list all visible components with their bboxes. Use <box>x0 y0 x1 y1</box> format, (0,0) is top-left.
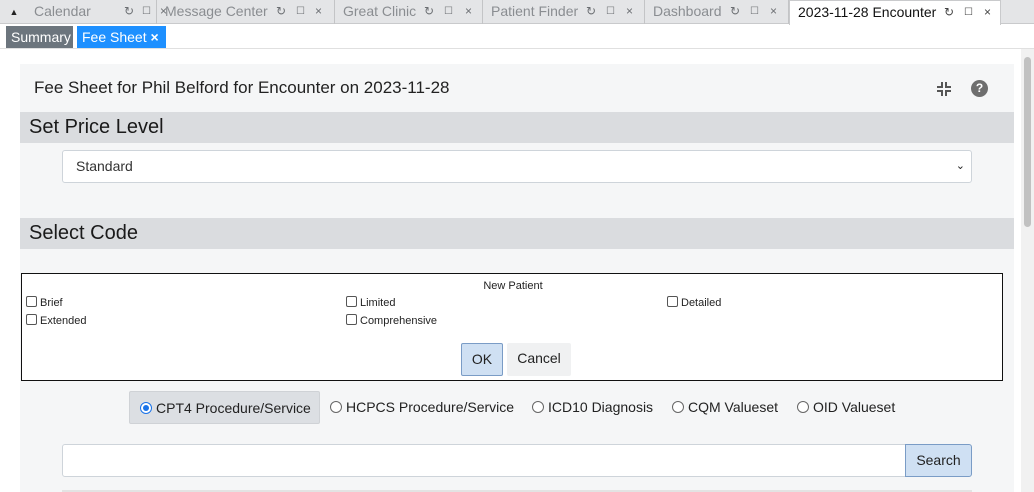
close-icon[interactable]: × <box>315 0 322 23</box>
tab-label: 2023-11-28 Encounter <box>798 4 937 20</box>
lock-icon[interactable]: ☐ <box>606 0 615 23</box>
checkbox-label: Brief <box>40 297 63 309</box>
refresh-icon[interactable]: ↻ <box>276 0 286 23</box>
close-icon[interactable]: × <box>465 0 472 23</box>
lock-icon[interactable]: ☐ <box>444 0 453 23</box>
tab-encounter[interactable]: 2023-11-28 Encounter ↻ ☐ × <box>789 0 1001 25</box>
checkbox[interactable] <box>346 296 357 307</box>
refresh-icon[interactable]: ↻ <box>730 0 740 23</box>
radio-label: OID Valueset <box>813 399 896 415</box>
checkbox-comprehensive[interactable]: Comprehensive <box>346 314 437 327</box>
lock-icon[interactable]: ☐ <box>296 0 305 23</box>
radio-label: ICD10 Diagnosis <box>548 399 654 415</box>
lock-icon[interactable]: ☐ <box>750 0 759 23</box>
radio-hcpcs[interactable]: HCPCS Procedure/Service <box>330 391 514 424</box>
checkbox[interactable] <box>26 296 37 307</box>
lock-icon[interactable]: ☐ <box>142 0 151 23</box>
chevron-down-icon: ⌄ <box>955 160 965 172</box>
tab-label: Patient Finder <box>491 3 579 19</box>
radio-button[interactable] <box>797 401 809 413</box>
tab-label: Dashboard <box>653 3 722 19</box>
radio-button[interactable] <box>672 401 684 413</box>
collapse-tabs-icon[interactable]: ▲ <box>4 2 24 22</box>
help-icon[interactable]: ? <box>971 80 988 97</box>
radio-icd10[interactable]: ICD10 Diagnosis <box>532 391 653 424</box>
scrollbar[interactable] <box>1021 49 1034 492</box>
checkbox[interactable] <box>346 314 357 325</box>
checkbox-detailed[interactable]: Detailed <box>667 296 721 309</box>
dialog-title: New Patient <box>483 280 543 292</box>
new-patient-dialog: New Patient Brief Limited Detailed Exten… <box>21 273 1003 381</box>
lock-icon[interactable]: ☐ <box>964 1 973 24</box>
refresh-icon[interactable]: ↻ <box>586 0 596 23</box>
close-icon[interactable]: × <box>151 29 159 45</box>
tab-label: Great Clinic <box>343 3 417 19</box>
tab-calendar[interactable]: Calendar ↻ ☐ × <box>26 0 167 24</box>
checkbox-label: Comprehensive <box>360 315 438 327</box>
radio-button[interactable] <box>330 401 342 413</box>
select-code-heading: Select Code <box>20 218 1014 249</box>
refresh-icon[interactable]: ↻ <box>424 0 434 23</box>
checkbox-label: Extended <box>40 315 87 327</box>
tab-bar: ▲ Calendar ↻ ☐ × Message Center ↻ ☐ × Gr… <box>0 0 1034 25</box>
radio-label: CQM Valueset <box>688 399 778 415</box>
radio-button[interactable] <box>140 402 152 414</box>
tab-message-center[interactable]: Message Center ↻ ☐ × <box>157 0 335 24</box>
radio-cpt4[interactable]: CPT4 Procedure/Service <box>129 391 320 424</box>
price-level-heading: Set Price Level <box>20 112 1014 143</box>
tab-patient-finder[interactable]: Patient Finder ↻ ☐ × <box>483 0 645 24</box>
radio-label: HCPCS Procedure/Service <box>346 399 515 415</box>
code-type-radio-group: CPT4 Procedure/Service HCPCS Procedure/S… <box>0 391 1020 424</box>
select-value: Standard <box>76 158 133 174</box>
collapse-icon[interactable] <box>934 79 954 99</box>
radio-oid[interactable]: OID Valueset <box>797 391 895 424</box>
search-button[interactable]: Search <box>905 444 972 477</box>
checkbox-brief[interactable]: Brief <box>26 296 63 309</box>
page-title: Fee Sheet for Phil Belford for Encounter… <box>34 78 450 97</box>
tab-dashboard[interactable]: Dashboard ↻ ☐ × <box>645 0 789 24</box>
radio-button[interactable] <box>532 401 544 413</box>
subtab-fee-sheet[interactable]: Fee Sheet × <box>77 26 166 48</box>
code-search-input[interactable] <box>62 444 906 477</box>
tab-label: Message Center <box>165 3 268 19</box>
radio-label: CPT4 Procedure/Service <box>156 400 311 416</box>
refresh-icon[interactable]: ↻ <box>944 1 954 24</box>
subtab-label: Fee Sheet <box>82 29 147 45</box>
radio-cqm[interactable]: CQM Valueset <box>672 391 778 424</box>
checkbox[interactable] <box>667 296 678 307</box>
tab-label: Calendar <box>34 3 91 19</box>
ok-button[interactable]: OK <box>461 343 503 376</box>
checkbox-extended[interactable]: Extended <box>26 314 86 327</box>
close-icon[interactable]: × <box>626 0 633 23</box>
price-level-select[interactable]: Standard ⌄ <box>62 150 972 183</box>
checkbox-label: Detailed <box>681 297 722 309</box>
cancel-button[interactable]: Cancel <box>507 343 571 376</box>
refresh-icon[interactable]: ↻ <box>124 0 134 23</box>
checkbox-label: Limited <box>360 297 396 309</box>
close-icon[interactable]: × <box>770 0 777 23</box>
checkbox[interactable] <box>26 314 37 325</box>
checkbox-limited[interactable]: Limited <box>346 296 395 309</box>
scrollbar-thumb[interactable] <box>1024 57 1031 227</box>
close-icon[interactable]: × <box>984 1 991 24</box>
tab-great-clinic[interactable]: Great Clinic ↻ ☐ × <box>335 0 483 24</box>
divider <box>0 48 1034 49</box>
subtab-summary[interactable]: Summary <box>6 26 73 48</box>
